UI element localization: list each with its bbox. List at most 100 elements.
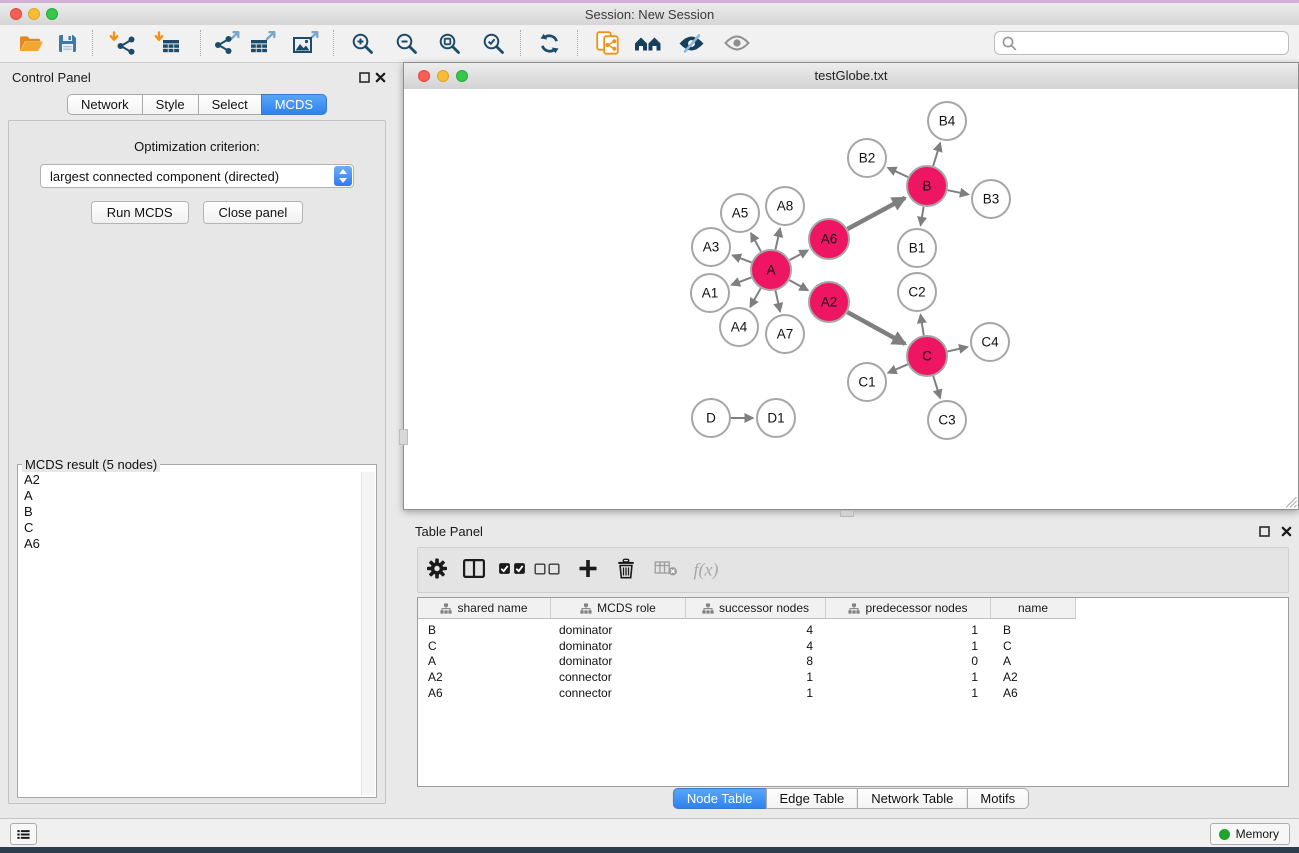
graph-node-A6[interactable]: A6 <box>809 219 849 259</box>
graph-node-D1[interactable]: D1 <box>757 399 795 437</box>
result-item[interactable]: A <box>20 488 360 504</box>
result-item[interactable]: B <box>20 504 360 520</box>
close-table-panel-icon[interactable] <box>1281 525 1292 536</box>
edge-A-A3[interactable] <box>732 255 751 262</box>
graph-node-B3[interactable]: B3 <box>972 180 1010 218</box>
table-row[interactable]: Cdominator41C <box>418 638 1288 654</box>
column-header-predecessor-nodes[interactable]: predecessor nodes <box>826 598 991 619</box>
delete-table-icon[interactable] <box>655 561 678 579</box>
graph-node-C3[interactable]: C3 <box>928 401 966 439</box>
graph-node-A1[interactable]: A1 <box>691 274 729 312</box>
memory-button[interactable]: Memory <box>1210 823 1290 845</box>
export-network-icon[interactable] <box>208 28 246 58</box>
save-session-icon[interactable] <box>48 28 86 58</box>
table-cell[interactable]: 4 <box>686 623 826 637</box>
zoom-out-icon[interactable] <box>387 28 425 58</box>
tab-network[interactable]: Network <box>67 94 143 115</box>
edge-C-C4[interactable] <box>947 347 967 351</box>
tab-node-table[interactable]: Node Table <box>673 788 767 809</box>
table-cell[interactable]: A <box>418 654 551 668</box>
table-cell[interactable]: C <box>991 639 1076 653</box>
edge-A6-B[interactable] <box>847 198 905 229</box>
zoom-fit-icon[interactable] <box>430 28 468 58</box>
graph-node-A4[interactable]: A4 <box>720 308 758 346</box>
network-close-button[interactable] <box>418 70 430 82</box>
tab-style[interactable]: Style <box>142 94 199 115</box>
graph-node-C[interactable]: C <box>907 336 947 376</box>
table-cell[interactable]: dominator <box>551 654 686 668</box>
table-cell[interactable]: dominator <box>551 623 686 637</box>
edge-C-C2[interactable] <box>921 315 924 336</box>
delete-column-icon[interactable] <box>618 559 635 582</box>
deselect-all-checks-icon[interactable] <box>535 563 560 578</box>
table-cell[interactable]: 1 <box>686 670 826 684</box>
show-all-icon[interactable] <box>718 28 756 58</box>
table-cell[interactable]: 8 <box>686 654 826 668</box>
add-column-icon[interactable] <box>579 560 597 581</box>
zoom-in-icon[interactable] <box>343 28 381 58</box>
tab-mcds[interactable]: MCDS <box>261 94 327 115</box>
tab-select[interactable]: Select <box>198 94 262 115</box>
table-row[interactable]: A2connector11A2 <box>418 669 1288 685</box>
clone-network-icon[interactable] <box>589 28 627 58</box>
float-panel-icon[interactable] <box>359 71 370 82</box>
table-cell[interactable]: C <box>418 639 551 653</box>
column-header-name[interactable]: name <box>991 598 1076 619</box>
edge-B-B1[interactable] <box>921 207 924 226</box>
zoom-selected-icon[interactable] <box>474 28 512 58</box>
float-table-panel-icon[interactable] <box>1259 525 1270 536</box>
task-history-button[interactable] <box>10 823 37 845</box>
table-cell[interactable]: 1 <box>826 686 991 700</box>
table-cell[interactable]: A6 <box>991 686 1076 700</box>
result-item[interactable]: C <box>20 520 360 536</box>
table-cell[interactable]: 4 <box>686 639 826 653</box>
hide-selected-icon[interactable] <box>672 28 710 58</box>
edge-B-B3[interactable] <box>948 190 969 194</box>
column-header-successor-nodes[interactable]: successor nodes <box>686 598 826 619</box>
table-cell[interactable]: A <box>991 654 1076 668</box>
network-maximize-button[interactable] <box>456 70 468 82</box>
tab-network-table[interactable]: Network Table <box>857 788 967 809</box>
column-header-MCDS-role[interactable]: MCDS role <box>551 598 686 619</box>
table-cell[interactable]: 1 <box>826 623 991 637</box>
open-file-icon[interactable] <box>12 28 50 58</box>
graph-node-A3[interactable]: A3 <box>692 228 730 266</box>
import-table-icon[interactable] <box>148 28 186 58</box>
table-cell[interactable]: A2 <box>418 670 551 684</box>
graph-node-D[interactable]: D <box>692 399 730 437</box>
edge-A2-C[interactable] <box>847 312 905 344</box>
edge-A-A6[interactable] <box>790 250 808 260</box>
table-cell[interactable]: dominator <box>551 639 686 653</box>
result-item[interactable]: A6 <box>20 536 360 552</box>
table-cell[interactable]: A2 <box>991 670 1076 684</box>
edge-C-C3[interactable] <box>933 376 940 398</box>
search-input[interactable] <box>1022 34 1284 54</box>
graph-node-A2[interactable]: A2 <box>809 282 849 322</box>
table-row[interactable]: A6connector11A6 <box>418 685 1288 701</box>
table-cell[interactable]: connector <box>551 686 686 700</box>
graph-node-A[interactable]: A <box>751 250 791 290</box>
window-resize-grip[interactable] <box>1286 497 1297 508</box>
edge-A-A4[interactable] <box>750 288 760 307</box>
edge-C-C1[interactable] <box>888 364 908 373</box>
table-cell[interactable]: 1 <box>826 639 991 653</box>
edge-A-A5[interactable] <box>751 233 761 251</box>
table-cell[interactable]: connector <box>551 670 686 684</box>
network-canvas[interactable]: B4B2BB3A5A8A6B1A3AA1C2A2A4A7C4CC1C3DD1 <box>404 89 1298 509</box>
edge-B-B2[interactable] <box>888 168 908 177</box>
settings-gear-icon[interactable] <box>427 558 448 582</box>
criterion-dropdown[interactable]: largest connected component (directed) <box>40 164 354 188</box>
table-cell[interactable]: B <box>991 623 1076 637</box>
edge-A-A7[interactable] <box>775 291 780 312</box>
column-header-shared-name[interactable]: shared name <box>418 598 551 619</box>
close-panel-button[interactable]: Close panel <box>203 201 304 224</box>
graph-node-B4[interactable]: B4 <box>928 102 966 140</box>
apply-layout-icon[interactable] <box>530 28 568 58</box>
export-image-icon[interactable] <box>287 28 325 58</box>
table-cell[interactable]: 0 <box>826 654 991 668</box>
table-row[interactable]: Adominator80A <box>418 654 1288 670</box>
horizontal-splitter-handle[interactable] <box>840 510 854 517</box>
column-manager-icon[interactable] <box>463 559 485 581</box>
graph-node-A8[interactable]: A8 <box>766 187 804 225</box>
function-builder-icon[interactable]: f(x) <box>694 560 719 581</box>
